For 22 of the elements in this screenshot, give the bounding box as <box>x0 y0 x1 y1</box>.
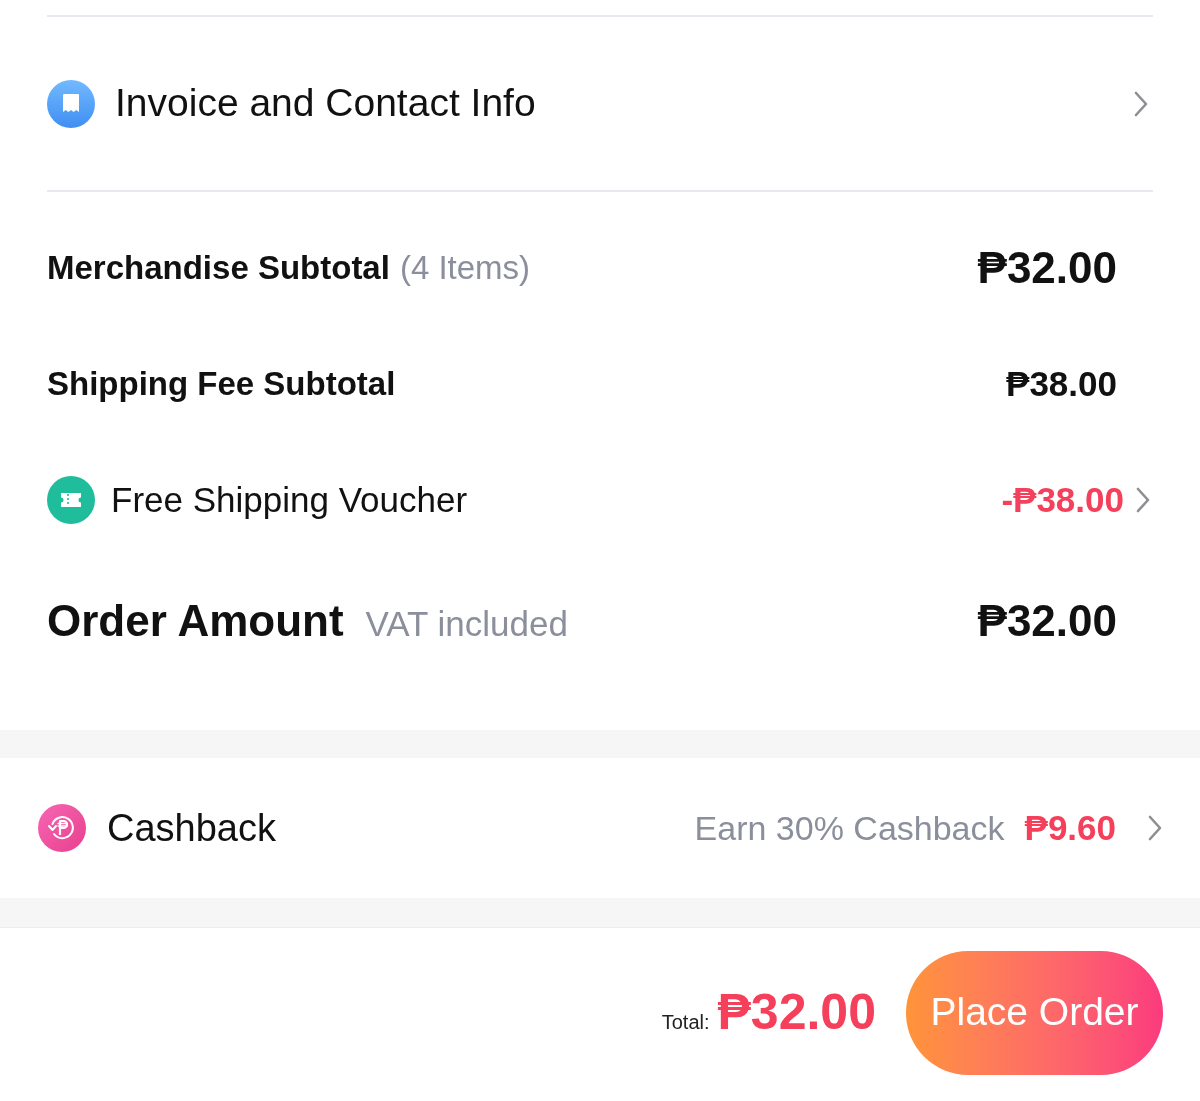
merchandise-subtotal-amount: ₱32.00 <box>977 242 1117 294</box>
item-count: (4 Items) <box>399 248 531 289</box>
total-label: Total: <box>661 1010 710 1035</box>
shipping-fee-amount: ₱38.00 <box>1006 362 1117 405</box>
cashback-label[interactable]: Cashback <box>107 799 276 857</box>
chevron-right-icon <box>1136 487 1150 513</box>
voucher-discount[interactable]: -₱38.00 <box>1001 473 1124 527</box>
vat-note: VAT included <box>365 603 568 645</box>
order-amount-label: Order Amount <box>47 595 344 647</box>
total-amount: ₱32.00 <box>717 983 876 1042</box>
cashback-offer: Earn 30% Cashback <box>694 807 1005 849</box>
chevron-right-icon <box>1134 90 1148 117</box>
voucher-label[interactable]: Free Shipping Voucher <box>111 473 468 527</box>
receipt-icon <box>47 79 95 128</box>
cashback-coin-icon <box>38 804 86 852</box>
shipping-fee-label: Shipping Fee Subtotal <box>47 364 396 405</box>
order-amount-value: ₱32.00 <box>977 595 1117 647</box>
merchandise-subtotal-label: Merchandise Subtotal <box>47 248 390 289</box>
ticket-icon <box>47 476 95 524</box>
chevron-right-icon <box>1148 815 1162 841</box>
cashback-amount: ₱9.60 <box>1024 806 1116 849</box>
invoice-row-label[interactable]: Invoice and Contact Info <box>115 74 536 133</box>
